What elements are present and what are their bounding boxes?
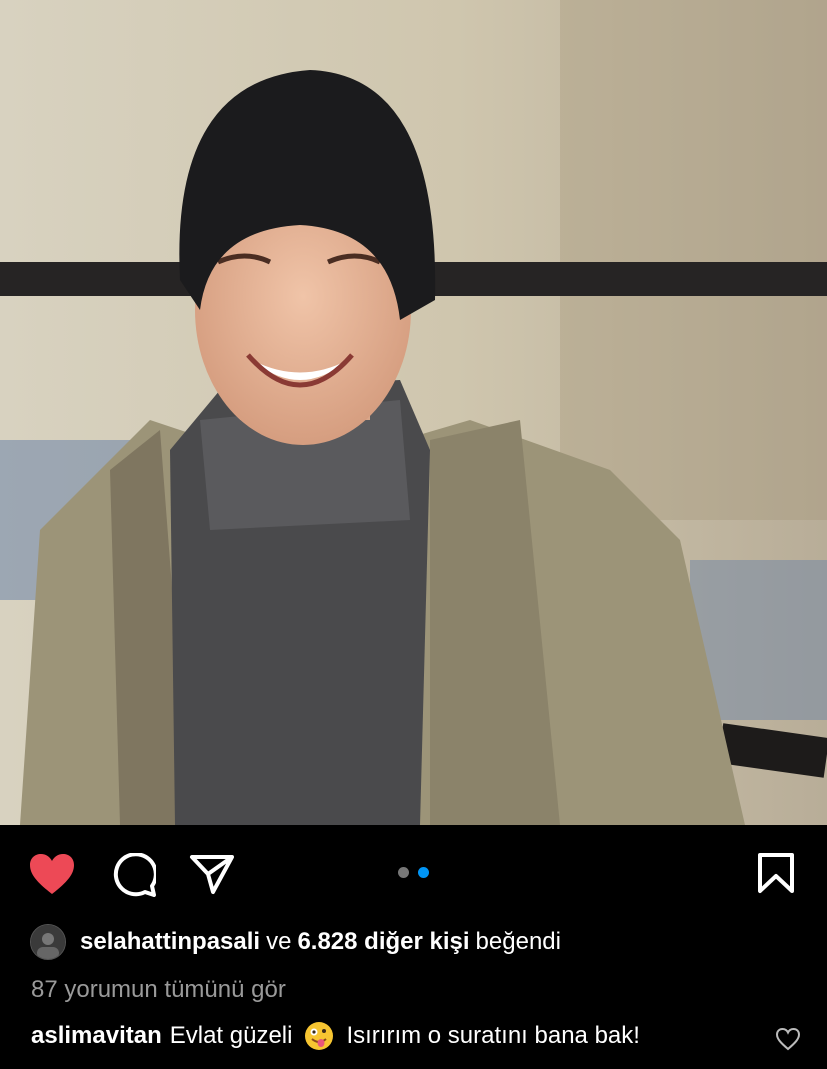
carousel-dot-active bbox=[418, 867, 429, 878]
carousel-indicator bbox=[398, 867, 429, 878]
caption-text-before: Evlat güzeli bbox=[169, 1022, 293, 1049]
caption-text-after: Isırırım o suratını bana bak! bbox=[346, 1022, 640, 1049]
avatar[interactable] bbox=[30, 924, 66, 960]
paper-plane-icon[interactable] bbox=[189, 853, 235, 895]
zany-face-emoji bbox=[305, 1022, 334, 1050]
view-all-comments-link[interactable]: 87 yorumun tümünü gör bbox=[31, 976, 286, 1004]
comment-bubble-icon[interactable] bbox=[110, 853, 156, 897]
carousel-dot bbox=[398, 867, 409, 878]
likes-connector: ve bbox=[266, 928, 292, 955]
heart-filled-icon[interactable] bbox=[28, 852, 76, 896]
heart-outline-icon[interactable] bbox=[775, 1027, 801, 1051]
liker-username[interactable]: selahattinpasali bbox=[80, 928, 260, 956]
bookmark-icon[interactable] bbox=[757, 852, 795, 894]
post-photo[interactable] bbox=[0, 0, 827, 825]
caption-username[interactable]: aslimavitan bbox=[31, 1022, 162, 1050]
likes-others-count[interactable]: 6.828 diğer kişi bbox=[297, 928, 469, 956]
likes-summary[interactable]: selahattinpasali ve 6.828 diğer kişi beğ… bbox=[30, 924, 561, 960]
caption: aslimavitan Evlat güzeli Isırırım o sura… bbox=[31, 1021, 640, 1051]
likes-suffix: beğendi bbox=[475, 928, 561, 955]
action-bar bbox=[0, 825, 827, 920]
